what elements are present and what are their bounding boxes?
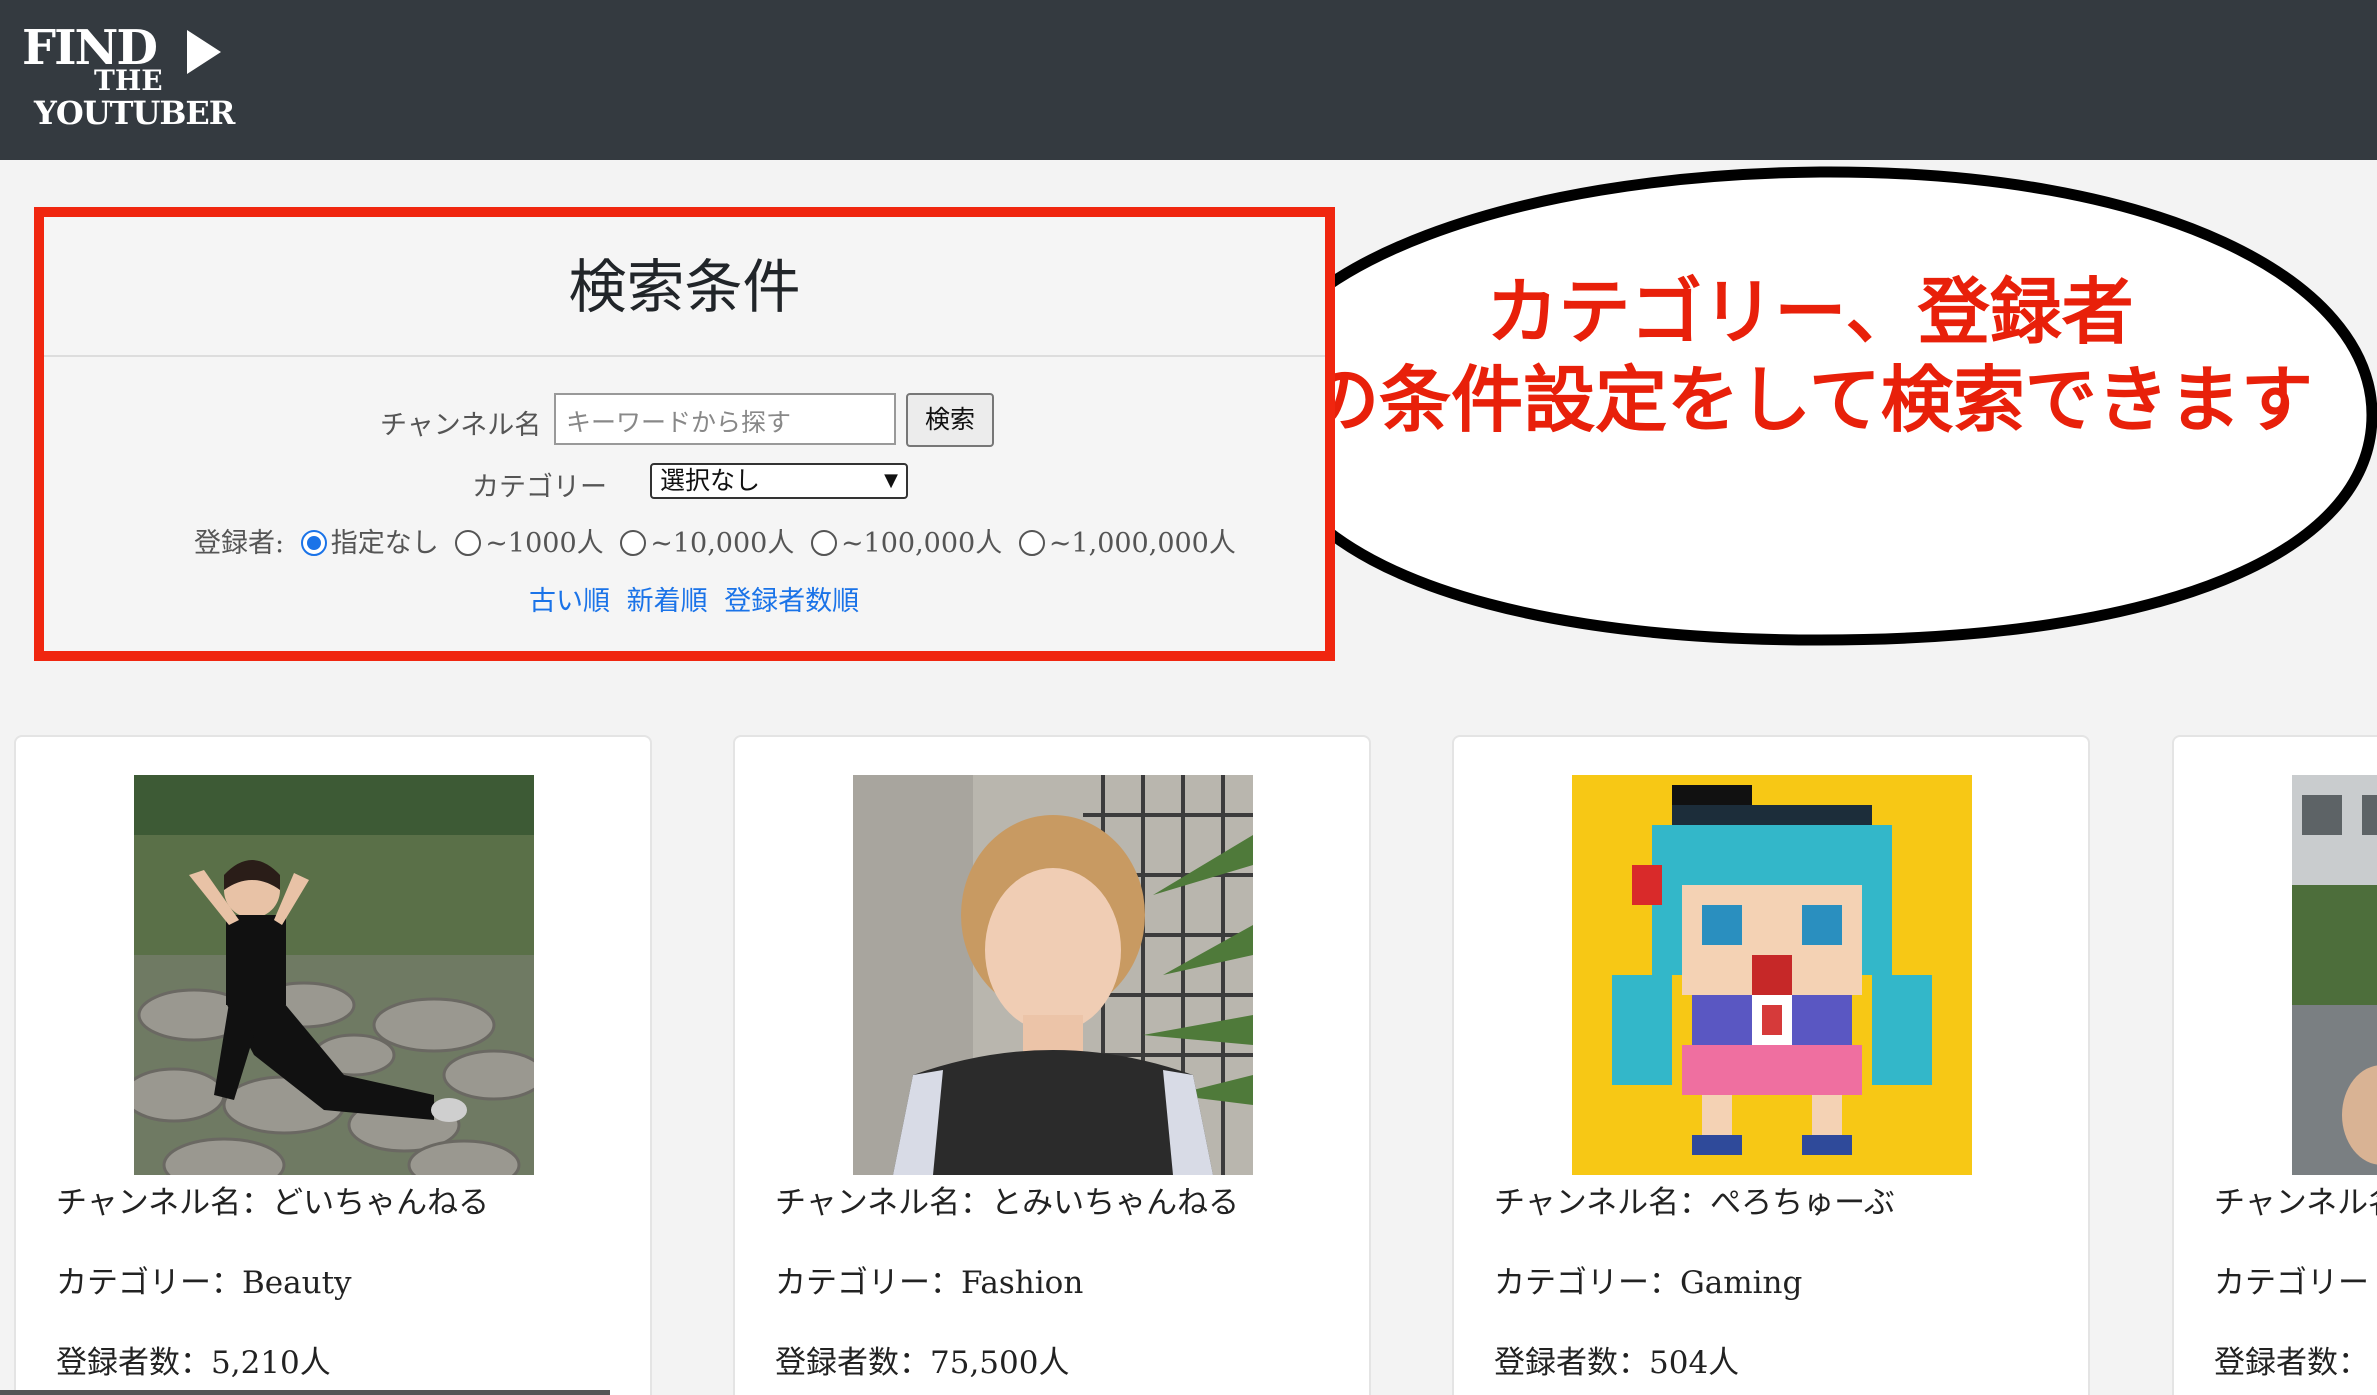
channel-search-input[interactable]: キーワードから探す [554, 393, 896, 445]
channel-category: カテゴリー：Beauty [56, 1265, 352, 1301]
channel-category: カテゴリー：Fashion [775, 1265, 1084, 1301]
channel-card[interactable]: チャンネル名：ぺろちゅーぶ カテゴリー：Gaming 登録者数：504人 [1452, 735, 2090, 1395]
callout-line-1: カテゴリー、登録者 [1486, 270, 2134, 354]
search-button[interactable]: 検索 [906, 393, 994, 447]
category-label: カテゴリー [472, 472, 607, 503]
channel-name: チャンネル名：ぺろちゅーぶ [1494, 1185, 1895, 1221]
channel-category: カテゴリー：Gaming [1494, 1265, 1803, 1301]
radio-1000[interactable] [455, 530, 482, 556]
channel-thumbnail[interactable] [853, 775, 1253, 1175]
category-select[interactable]: 選択なし ▼ [650, 463, 908, 499]
radio-10000-label: ~10,000人 [650, 528, 795, 559]
radio-10000[interactable] [620, 530, 647, 556]
radio-any[interactable] [300, 530, 327, 556]
channel-thumbnail[interactable] [134, 775, 534, 1175]
radio-1000000[interactable] [1018, 530, 1045, 556]
channel-card[interactable]: チャンネル名 カテゴリー 登録者数： [2172, 735, 2377, 1395]
channel-name: チャンネル名 [2214, 1185, 2377, 1221]
radio-any-label: 指定なし [330, 528, 439, 559]
chevron-down-icon: ▼ [884, 470, 898, 491]
channel-card[interactable]: チャンネル名：どいちゃんねる カテゴリー：Beauty 登録者数：5,210人 [14, 735, 652, 1395]
category-selected-value: 選択なし [660, 466, 761, 495]
sort-oldest-link[interactable]: 古い順 [529, 586, 610, 617]
callout-line-2: の条件設定をして検索できます [1307, 358, 2313, 442]
callout-text: カテゴリー、登録者 の条件設定をして検索できます [1260, 268, 2360, 444]
sort-newest-link[interactable]: 新着順 [627, 586, 708, 617]
sort-subscribers-link[interactable]: 登録者数順 [724, 586, 859, 617]
channel-subscribers: 登録者数：504人 [1494, 1345, 1740, 1381]
search-conditions-panel: 検索条件 チャンネル名 キーワードから探す 検索 カテゴリー 選択なし ▼ 登録… [34, 207, 1335, 661]
subscribers-row: 登録者: 指定なし ~1000人 ~10,000人 ~100,000人 ~1,0… [194, 521, 1236, 560]
channel-name: チャンネル名：どいちゃんねる [56, 1185, 490, 1221]
radio-100000[interactable] [810, 530, 837, 556]
radio-1000000-label: ~1,000,000人 [1048, 528, 1236, 559]
subscribers-label: 登録者: [194, 528, 285, 559]
channel-subscribers: 登録者数：75,500人 [775, 1345, 1070, 1381]
channel-subscribers: 登録者数： [2214, 1345, 2369, 1381]
channel-card[interactable]: チャンネル名：とみいちゃんねる カテゴリー：Fashion 登録者数：75,50… [733, 735, 1371, 1395]
channel-name-label: チャンネル名 [380, 410, 542, 441]
channel-thumbnail[interactable] [1572, 775, 1972, 1175]
search-panel-title: 検索条件 [44, 217, 1325, 357]
channel-category: カテゴリー [2214, 1265, 2369, 1301]
channel-subscribers: 登録者数：5,210人 [56, 1345, 331, 1381]
radio-100000-label: ~100,000人 [840, 528, 1003, 559]
radio-1000-label: ~1000人 [485, 528, 604, 559]
sort-links: 古い順 新着順 登録者数順 [529, 579, 867, 618]
channel-thumbnail[interactable] [2292, 775, 2377, 1175]
horizontal-scrollbar[interactable] [0, 1390, 610, 1395]
channel-name: チャンネル名：とみいちゃんねる [775, 1185, 1240, 1221]
